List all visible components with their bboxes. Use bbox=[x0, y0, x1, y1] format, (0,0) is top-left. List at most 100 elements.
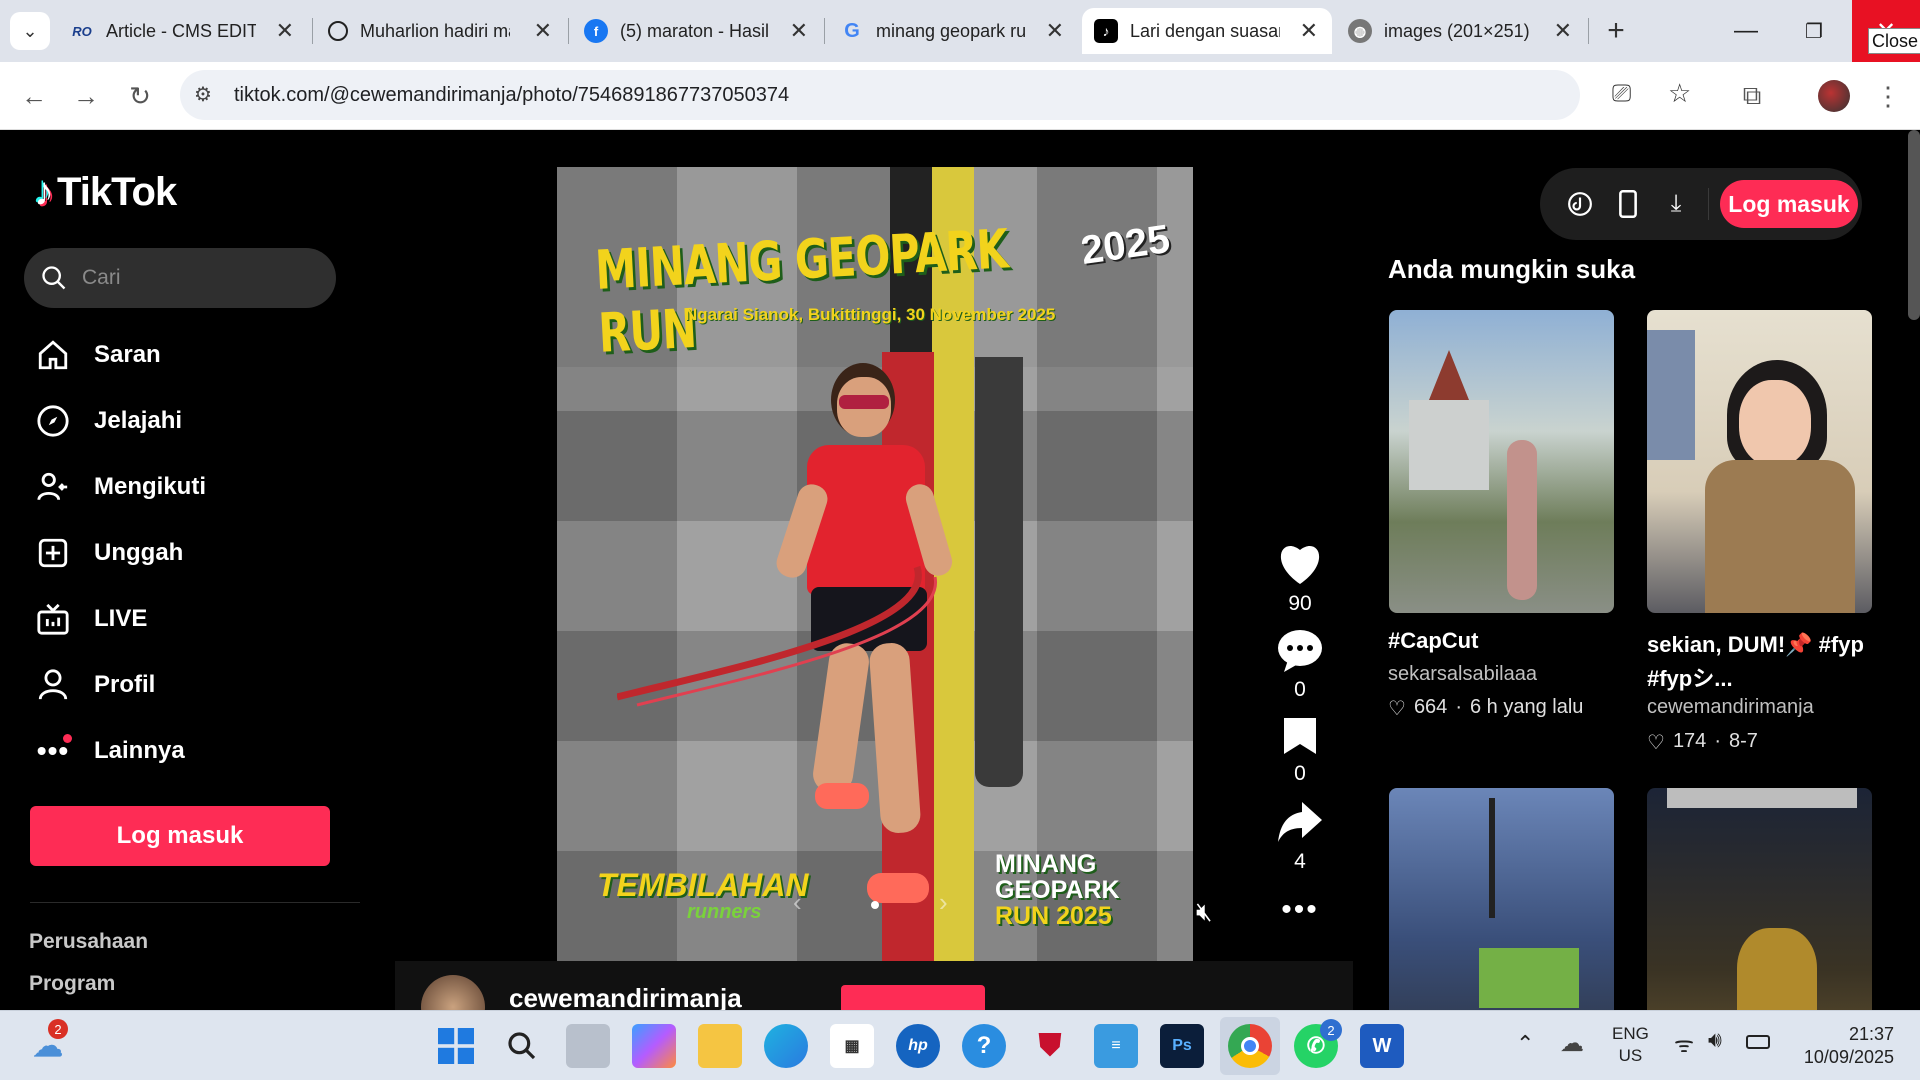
nav-unggah[interactable]: Unggah bbox=[34, 534, 183, 572]
omnibox[interactable]: ⚙ tiktok.com/@cewemandirimanja/photo/754… bbox=[180, 70, 1691, 120]
nav-lainnya[interactable]: ••• Lainnya bbox=[34, 732, 185, 770]
install-app-icon[interactable]: ⎚ bbox=[1612, 80, 1631, 108]
close-icon[interactable]: ✕ bbox=[276, 18, 294, 44]
language-indicator[interactable]: ENG US bbox=[1612, 1023, 1649, 1067]
menu-kebab-icon[interactable]: ⋮ bbox=[1868, 76, 1908, 116]
minimize-button[interactable]: — bbox=[1722, 12, 1770, 50]
recommend-user-2[interactable]: cewemandirimanja bbox=[1647, 696, 1814, 719]
more-options-icon[interactable]: ••• bbox=[1272, 895, 1328, 925]
pill-divider bbox=[1708, 188, 1709, 220]
comment-count: 0 bbox=[1294, 678, 1306, 701]
post-image[interactable]: MINANG GEOPARK RUN 2025 Ngarai Sianok, B… bbox=[557, 167, 1193, 961]
chrome-icon[interactable] bbox=[1228, 1024, 1272, 1068]
save-count: 0 bbox=[1294, 762, 1306, 785]
close-icon[interactable]: ✕ bbox=[534, 18, 552, 44]
search-icon[interactable] bbox=[500, 1024, 544, 1068]
new-tab-button[interactable]: + bbox=[1596, 12, 1636, 50]
following-icon bbox=[34, 468, 72, 506]
close-icon[interactable]: ✕ bbox=[1046, 18, 1064, 44]
tab-search-button[interactable]: ⌄ bbox=[10, 12, 50, 50]
help-icon[interactable]: ? bbox=[962, 1024, 1006, 1068]
back-button[interactable]: ← bbox=[14, 76, 54, 116]
start-windows-icon[interactable] bbox=[434, 1024, 478, 1068]
nav-live[interactable]: LIVE bbox=[34, 600, 147, 638]
profile-icon bbox=[34, 666, 72, 704]
share-button[interactable]: 4 bbox=[1272, 800, 1328, 874]
recommend-thumb-3[interactable] bbox=[1389, 788, 1614, 1010]
recommend-thumb-1[interactable] bbox=[1389, 310, 1614, 613]
word-icon[interactable]: W bbox=[1360, 1024, 1404, 1068]
compass-icon bbox=[34, 402, 72, 440]
coins-icon[interactable] bbox=[1562, 186, 1598, 222]
like-button[interactable]: 90 bbox=[1272, 542, 1328, 616]
mute-icon[interactable]: 🔇︎ bbox=[1196, 896, 1212, 928]
bookmark-star-icon[interactable]: ☆ bbox=[1668, 78, 1691, 109]
tray-chevron-icon[interactable]: ⌃ bbox=[1516, 1031, 1534, 1057]
onedrive-icon[interactable]: ☁ bbox=[1560, 1029, 1584, 1058]
recommend-title-2[interactable]: sekian, DUM!📌 #fyp #fypシ... bbox=[1647, 628, 1872, 696]
geopark-logo-line: RUN 2025 bbox=[995, 902, 1112, 930]
recommend-title-1[interactable]: #CapCut bbox=[1388, 628, 1478, 654]
avatar[interactable] bbox=[1818, 80, 1850, 112]
download-icon[interactable]: ⤓ bbox=[1658, 186, 1694, 222]
clock[interactable]: 21:37 10/09/2025 bbox=[1794, 1023, 1894, 1069]
tab-cms-editor[interactable]: RO Article - CMS EDITOR ✕ bbox=[58, 8, 308, 54]
nav-mengikuti[interactable]: Mengikuti bbox=[34, 468, 206, 506]
volume-icon[interactable]: 🔊︎ bbox=[1708, 1027, 1722, 1053]
save-button[interactable]: 0 bbox=[1272, 716, 1328, 786]
tab-separator bbox=[312, 18, 313, 44]
search-input[interactable]: Cari bbox=[24, 248, 336, 308]
photoshop-icon[interactable]: Ps bbox=[1160, 1024, 1204, 1068]
nav-saran[interactable]: Saran bbox=[34, 336, 161, 374]
mcafee-icon[interactable]: ⛊ bbox=[1028, 1024, 1072, 1068]
author-name[interactable]: cewemandirimanja bbox=[509, 983, 742, 1010]
sidebar-login-button[interactable]: Log masuk bbox=[30, 806, 330, 866]
edge-icon[interactable] bbox=[764, 1024, 808, 1068]
tab-google[interactable]: G minang geopark run ✕ bbox=[828, 8, 1078, 54]
poster-subtitle: Ngarai Sianok, Bukittinggi, 30 November … bbox=[685, 305, 1056, 324]
restore-button[interactable]: ❐ bbox=[1790, 12, 1838, 50]
tab-title: Muharlion hadiri maraton bbox=[360, 20, 510, 41]
recommend-user-1[interactable]: sekarsalsabilaaa bbox=[1388, 663, 1537, 686]
close-icon[interactable]: ✕ bbox=[1300, 18, 1318, 44]
geopark-logo: MINANG GEOPARK RUN 2025 bbox=[995, 851, 1120, 929]
nav-jelajahi[interactable]: Jelajahi bbox=[34, 402, 182, 440]
tembilahan-logo-sub: runners bbox=[687, 901, 762, 923]
tiktok-logo[interactable]: ♪ TikTok bbox=[34, 170, 177, 215]
copilot-icon[interactable] bbox=[632, 1024, 676, 1068]
next-slide-icon[interactable]: › bbox=[939, 887, 948, 918]
share-icon bbox=[1278, 802, 1322, 842]
task-view-icon[interactable] bbox=[566, 1024, 610, 1068]
file-explorer-icon[interactable] bbox=[698, 1024, 742, 1068]
site-info-icon[interactable]: ⚙ bbox=[194, 82, 212, 107]
battery-icon[interactable] bbox=[1746, 1035, 1770, 1049]
author-avatar[interactable] bbox=[421, 975, 485, 1010]
follow-button[interactable] bbox=[841, 985, 985, 1010]
footer-link-program[interactable]: Program bbox=[29, 972, 115, 996]
page-scrollbar[interactable] bbox=[1908, 130, 1920, 320]
heart-outline-icon: ♡ bbox=[1388, 698, 1406, 720]
nav-profil[interactable]: Profil bbox=[34, 666, 155, 704]
top-login-button[interactable]: Log masuk bbox=[1720, 180, 1858, 228]
comment-button[interactable]: 0 bbox=[1272, 628, 1328, 702]
tab-images[interactable]: ◍ images (201×251) ✕ bbox=[1336, 8, 1586, 54]
device-icon[interactable] bbox=[1610, 186, 1646, 222]
tab-facebook[interactable]: f (5) maraton - Hasil Pencarian ✕ bbox=[572, 8, 822, 54]
hp-icon[interactable]: hp bbox=[896, 1024, 940, 1068]
notepad-icon[interactable]: ≡ bbox=[1094, 1024, 1138, 1068]
close-icon[interactable]: ✕ bbox=[790, 18, 808, 44]
wifi-icon[interactable]: ᯤ bbox=[1674, 1029, 1694, 1059]
tab-tiktok[interactable]: ♪ Lari dengan suasana ✕ bbox=[1082, 8, 1332, 54]
reload-button[interactable]: ↻ bbox=[120, 76, 160, 116]
recommend-thumb-4[interactable] bbox=[1647, 788, 1872, 1010]
dot-separator: · bbox=[1455, 696, 1462, 718]
recommend-thumb-2[interactable] bbox=[1647, 310, 1872, 613]
store-icon[interactable]: ▦ bbox=[830, 1024, 874, 1068]
tab-title: (5) maraton - Hasil Pencarian bbox=[620, 20, 770, 41]
prev-slide-icon[interactable]: ‹ bbox=[793, 887, 802, 918]
extensions-icon[interactable]: ⧉ bbox=[1732, 76, 1772, 116]
footer-link-perusahaan[interactable]: Perusahaan bbox=[29, 930, 148, 954]
close-icon[interactable]: ✕ bbox=[1554, 18, 1572, 44]
tab-muharlion[interactable]: Muharlion hadiri maraton ✕ bbox=[316, 8, 566, 54]
forward-button[interactable]: → bbox=[66, 76, 106, 116]
